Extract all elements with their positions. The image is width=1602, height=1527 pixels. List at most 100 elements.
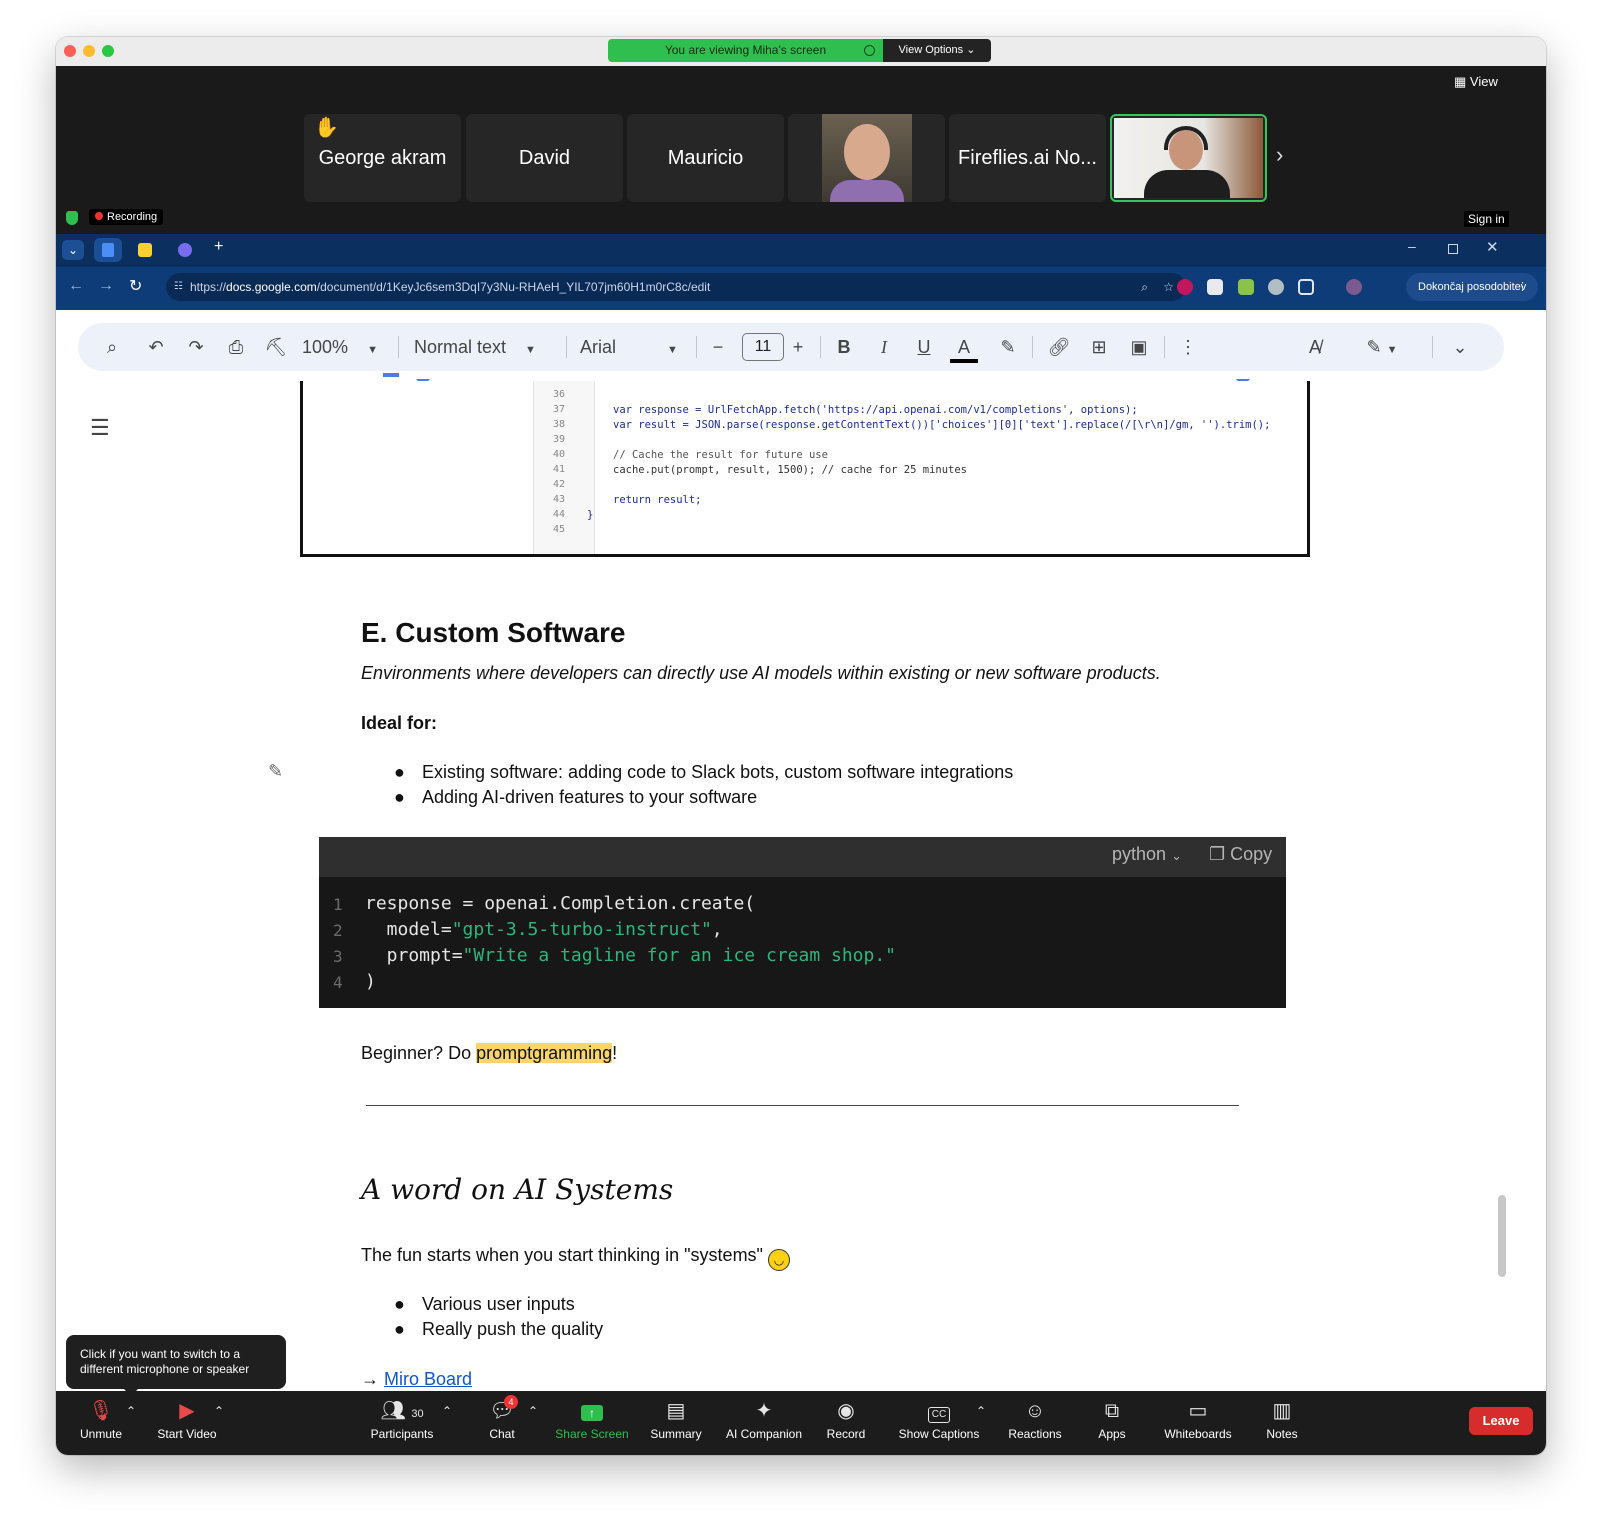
address-bar[interactable]: ☷ https://docs.google.com/document/d/1Ke…	[166, 273, 1186, 301]
horizontal-rule	[366, 1105, 1239, 1106]
bold-icon[interactable]: B	[832, 323, 856, 371]
decrease-font-size-icon[interactable]: −	[706, 323, 730, 371]
scrollbar-thumb[interactable]	[1498, 1195, 1506, 1277]
participant-tile[interactable]: Mauricio	[627, 114, 784, 202]
audio-options-caret[interactable]: ⌃	[124, 1391, 138, 1455]
language-select[interactable]: python ⌄	[1112, 844, 1182, 865]
maximize-icon[interactable]	[1448, 244, 1458, 254]
extension-icon[interactable]	[1238, 279, 1254, 295]
ideal-for-label: Ideal for:	[361, 713, 438, 733]
site-info-icon: ☷	[174, 281, 183, 292]
participant-name: David	[518, 147, 571, 169]
summary-button[interactable]: ▤ Summary	[646, 1391, 706, 1455]
minimize-window-button[interactable]	[83, 45, 95, 57]
profile-avatar[interactable]	[1346, 279, 1362, 295]
forward-icon[interactable]: →	[98, 277, 114, 295]
suggest-edit-icon[interactable]: ✎	[268, 761, 283, 782]
miro-link[interactable]: Miro Board	[384, 1369, 472, 1389]
tab-search-button[interactable]: ⌄	[62, 240, 84, 260]
zoom-select[interactable]: 100% ▼	[302, 323, 386, 371]
extension-icon[interactable]	[1177, 279, 1193, 295]
insert-link-icon[interactable]: 🔗︎	[1044, 323, 1074, 371]
extension-icon[interactable]	[1268, 279, 1284, 295]
highlight-color-icon[interactable]: ✎	[994, 323, 1022, 371]
zoom-window-button[interactable]	[102, 45, 114, 57]
video-options-caret[interactable]: ⌃	[212, 1391, 226, 1455]
document-canvas: ☰ 36 37 var response = UrlFetchApp.fetch('…	[56, 373, 1546, 1391]
view-options-button[interactable]: View Options ⌄	[883, 39, 991, 62]
add-comment-icon[interactable]: ⊞	[1084, 323, 1114, 371]
more-options-icon[interactable]: ⋮	[1176, 323, 1200, 371]
back-icon[interactable]: ←	[68, 277, 84, 295]
view-button[interactable]: ▦ View	[1454, 74, 1498, 90]
italic-icon[interactable]: I	[872, 323, 896, 371]
print-icon[interactable]: ⎙	[222, 323, 250, 371]
unmute-button[interactable]: 🎙︎ Unmute	[72, 1391, 130, 1455]
close-icon[interactable]: ✕	[1486, 238, 1499, 256]
search-menus-icon[interactable]: ⌕	[98, 323, 126, 371]
new-tab-button[interactable]: +	[214, 238, 223, 256]
participant-tile[interactable]: ✋ George akram	[304, 114, 461, 202]
screen-share-banner: You are viewing Miha's screen	[608, 39, 883, 62]
captions-options-caret[interactable]: ⌃	[974, 1391, 988, 1455]
bookmark-star-icon[interactable]: ☆	[1163, 273, 1174, 301]
participant-tile[interactable]: David	[466, 114, 623, 202]
show-captions-button[interactable]: CC Show Captions	[892, 1391, 986, 1455]
reload-icon[interactable]: ↻	[129, 276, 142, 296]
extension-icon[interactable]	[1207, 279, 1223, 295]
update-button[interactable]: Dokončaj posodobitev ⋮	[1406, 273, 1538, 301]
active-speaker-tile[interactable]	[1110, 114, 1267, 202]
participants-button[interactable]: 👥︎ 30 Participants	[364, 1391, 440, 1455]
code-line-number: 39	[552, 434, 565, 445]
undo-icon[interactable]: ↶	[142, 323, 170, 371]
copy-button[interactable]: ❐ Copy	[1209, 844, 1272, 865]
participant-tile[interactable]: Fireflies.ai No...	[949, 114, 1106, 202]
hide-menus-icon[interactable]: ⌄	[1446, 323, 1474, 371]
meeting-controls: 🎙︎ Unmute ⌃ ▶︎ Start Video ⌃ 👥︎ 30 Particip…	[56, 1391, 1546, 1455]
underline-icon[interactable]: U	[912, 323, 936, 371]
text-color-icon[interactable]: A	[950, 323, 978, 371]
minimize-icon[interactable]: –	[1408, 238, 1416, 254]
sign-in-button[interactable]: Sign in	[1464, 211, 1509, 227]
participant-tile[interactable]	[788, 114, 945, 202]
toolbar-divider	[820, 336, 821, 358]
document-outline-icon[interactable]: ☰	[90, 415, 110, 441]
redo-icon[interactable]: ↷	[182, 323, 210, 371]
tab-google-docs[interactable]	[94, 238, 122, 262]
zoom-lens-icon[interactable]: ⌕	[1141, 273, 1148, 301]
recording-indicator[interactable]: Recording	[89, 209, 164, 225]
miro-link-line: → Miro Board	[361, 1369, 473, 1389]
notes-button[interactable]: ▥ Notes	[1260, 1391, 1304, 1455]
spellcheck-icon[interactable]: A̸	[1300, 323, 1330, 371]
ai-companion-button[interactable]: ✦ AI Companion	[718, 1391, 810, 1455]
participants-options-caret[interactable]: ⌃	[440, 1391, 454, 1455]
extensions-puzzle-icon[interactable]	[1298, 279, 1314, 295]
close-window-button[interactable]	[64, 45, 76, 57]
style-select[interactable]: Normal text ▼	[414, 323, 554, 371]
chat-options-caret[interactable]: ⌃	[526, 1391, 540, 1455]
chevron-up-icon: ⌃	[213, 1404, 225, 1418]
chevron-up-icon: ⌃	[975, 1404, 987, 1418]
whiteboards-button[interactable]: ▭ Whiteboards	[1156, 1391, 1240, 1455]
chat-button[interactable]: 💬︎ 4 Chat	[482, 1391, 522, 1455]
next-participants-arrow-icon[interactable]: ›	[1276, 142, 1283, 168]
editing-mode-icon[interactable]: ✎ ▼	[1352, 323, 1412, 371]
font-size-input[interactable]: 11	[742, 333, 784, 361]
code-line: var response = UrlFetchApp.fetch('https:…	[613, 404, 1138, 416]
copy-icon: ❐	[1209, 844, 1226, 864]
tab-extension[interactable]	[178, 243, 192, 257]
apps-button[interactable]: ⧉ Apps	[1092, 1391, 1132, 1455]
insert-image-icon[interactable]: ▣	[1124, 323, 1154, 371]
ruler-margin-marker[interactable]	[383, 373, 399, 377]
code-line-number: 4	[333, 973, 343, 992]
share-screen-button[interactable]: ↑ Share Screen	[552, 1391, 632, 1455]
leave-button[interactable]: Leave	[1469, 1407, 1533, 1435]
paint-format-icon[interactable]: ⛏	[262, 323, 290, 371]
systems-intro: The fun starts when you start thinking i…	[361, 1245, 790, 1271]
reactions-button[interactable]: ☺ Reactions	[1002, 1391, 1068, 1455]
font-select[interactable]: Arial ▼	[580, 323, 690, 371]
record-button[interactable]: ◉ Record	[822, 1391, 870, 1455]
increase-font-size-icon[interactable]: +	[786, 323, 810, 371]
tab-miro[interactable]	[138, 243, 152, 257]
code-line-number: 44	[552, 509, 565, 520]
